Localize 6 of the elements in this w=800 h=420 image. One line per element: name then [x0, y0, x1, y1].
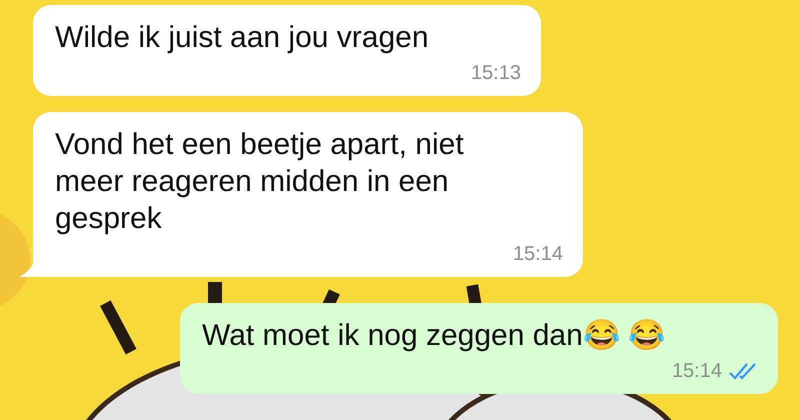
message-text: Vond het een beetje apart, niet meer reageren midden in een gesprek	[55, 127, 465, 237]
message-text: Wilde ik juist aan jou vragen	[55, 20, 430, 56]
message-text: Wat moet ik nog zeggen dan😂 😂	[202, 318, 666, 354]
message-time: 15:13	[470, 61, 521, 86]
message-time: 15:14	[512, 242, 563, 267]
message-time: 15:14	[672, 359, 722, 384]
